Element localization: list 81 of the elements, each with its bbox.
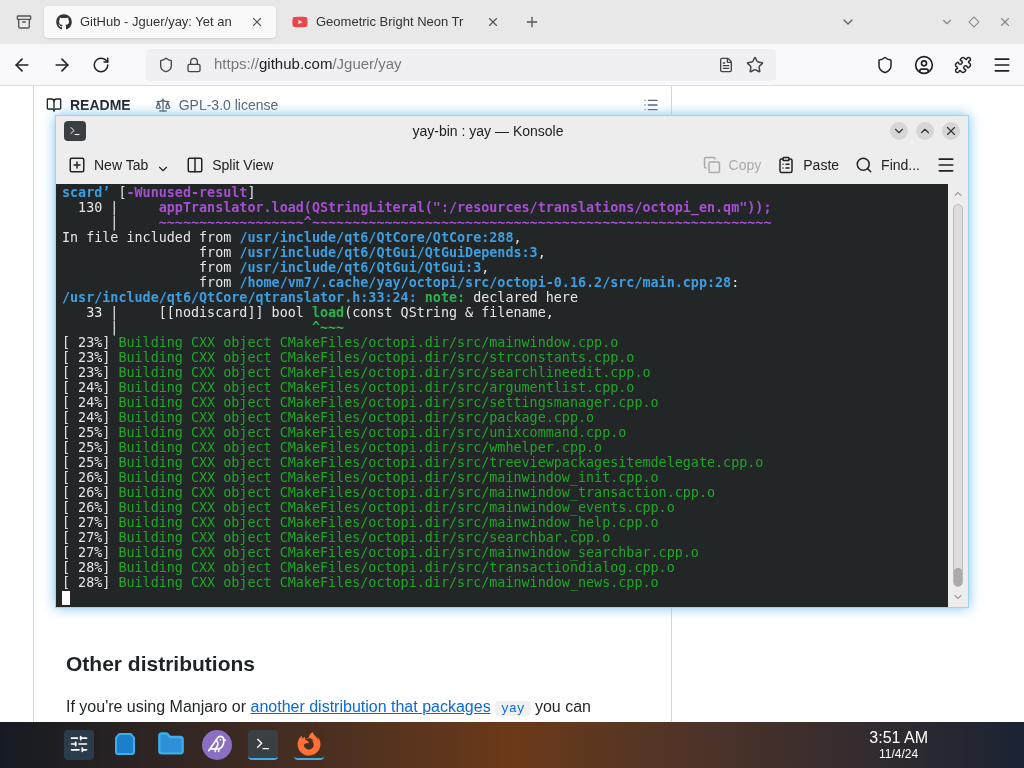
reader-view-icon[interactable] <box>718 56 734 73</box>
terminal-line: [ 28%] Building CXX object CMakeFiles/octopi.dir/src/transactiondialog.cpp.o <box>62 560 675 575</box>
settings-icon[interactable] <box>64 730 94 760</box>
terminal-line: 33 | [[nodiscard]] bool load(const QString & filename, <box>85 305 554 320</box>
terminal-line: 130 | appTranslator.load(QStringLiteral(":/resources/translations/octopi_en.qm")); <box>77 200 772 215</box>
terminal-line: [ 25%] Building CXX object CMakeFiles/octopi.dir/src/unixcommand.cpp.o <box>62 425 627 440</box>
terminal-line: from /home/vm7/.cache/yay/octopi/src/octopi-0.16.2/src/main.cpp:28: <box>198 275 740 290</box>
scrollbar[interactable] <box>948 184 968 607</box>
terminal-line: [ 27%] Building CXX object CMakeFiles/octopi.dir/src/mainwindow_help.cpp.o <box>62 515 659 530</box>
terminal-line: [ 27%] Building CXX object CMakeFiles/octopi.dir/src/mainwindow_searchbar.cpp.o <box>62 545 699 560</box>
terminal-line: [ 24%] Building CXX object CMakeFiles/octopi.dir/src/argumentlist.cpp.o <box>62 380 635 395</box>
address-bar[interactable]: https://github.com/Jguer/yay <box>146 48 776 81</box>
clock-time: 3:51 AM <box>869 729 928 747</box>
bookmark-icon[interactable] <box>746 55 764 74</box>
terminal-app-icon[interactable] <box>64 121 86 141</box>
bird-icon[interactable] <box>202 730 232 760</box>
terminal-line: [ 26%] Building CXX object CMakeFiles/octopi.dir/src/mainwindow_transaction.cpp.o <box>62 485 715 500</box>
tab-title: Geometric Bright Neon Tr <box>316 13 465 32</box>
new-tab-icon <box>68 156 86 174</box>
copy-icon <box>702 156 721 174</box>
browser-tab[interactable]: GitHub - Jguer/yay: Yet an <box>44 6 276 38</box>
toolbar-button[interactable]: Split View <box>186 154 274 176</box>
terminal-line: /usr/include/qt6/QtCore/qtranslator.h:33:24: note: declared here <box>62 290 578 305</box>
terminal-line: [ 25%] Building CXX object CMakeFiles/octopi.dir/src/wmhelper.cpp.o <box>62 440 603 455</box>
browser-tab[interactable]: Geometric Bright Neon Tr <box>280 6 512 38</box>
clock[interactable]: 3:51 AM 11/4/24 <box>869 729 928 761</box>
terminal-line: [ 24%] Building CXX object CMakeFiles/octopi.dir/src/settingsmanager.cpp.o <box>62 395 659 410</box>
section-heading: Other distributions <box>65 650 256 677</box>
video-icon <box>292 14 308 30</box>
search-icon <box>855 156 874 174</box>
lock-icon[interactable] <box>186 56 202 73</box>
account-icon[interactable] <box>914 54 934 75</box>
paste-icon <box>777 156 796 174</box>
inline-code: yay <box>495 701 531 716</box>
terminal-line: In file included from /usr/include/qt6/QtCore/QtCore:288, <box>62 230 522 245</box>
close-icon[interactable] <box>486 15 500 29</box>
terminal-line: [ 24%] Building CXX object CMakeFiles/octopi.dir/src/package.cpp.o <box>62 410 595 425</box>
toolbar-button[interactable]: Paste <box>777 154 840 176</box>
toolbar-button[interactable]: Find... <box>855 154 920 176</box>
terminal-line: from /usr/include/qt6/QtGui/QtGuiDepends:3, <box>198 245 546 260</box>
readme-tab[interactable]: GPL-3.0 license <box>154 94 279 116</box>
close-icon[interactable] <box>942 122 960 140</box>
readme-tab[interactable]: README <box>46 94 131 116</box>
scrollbar-thumb[interactable] <box>954 568 962 586</box>
toolbar-button[interactable]: New Tab <box>68 154 171 176</box>
firefox-icon[interactable] <box>294 730 324 760</box>
extensions-icon[interactable] <box>954 55 972 74</box>
terminal-line: | ^~~~ <box>109 320 345 335</box>
terminal-line: [ 26%] Building CXX object CMakeFiles/octopi.dir/src/mainwindow_init.cpp.o <box>62 470 659 485</box>
terminal-icon[interactable] <box>248 730 278 760</box>
terminal-line: scard’ [-Wunused-result] <box>62 185 256 200</box>
menu-icon[interactable] <box>936 155 956 175</box>
tab-title: GitHub - Jguer/yay: Yet an <box>80 13 233 32</box>
scale-icon <box>154 97 171 113</box>
terminal-line: from /usr/include/qt6/QtGui/QtGui:3, <box>198 260 490 275</box>
url-text: https://github.com/Jguer/yay <box>214 54 402 75</box>
terminal-line: [ 25%] Building CXX object CMakeFiles/octopi.dir/src/treeviewpackagesitemdelegate.cpp.o <box>62 455 764 470</box>
new-tab-icon[interactable] <box>524 14 540 30</box>
link[interactable]: another distribution that packages <box>250 698 491 715</box>
terminal-line: [ 27%] Building CXX object CMakeFiles/octopi.dir/src/searchbar.cpp.o <box>62 530 611 545</box>
minimize-icon[interactable] <box>890 122 908 140</box>
terminal-line: | ~~~~~~~~~~~~~~~~~~^~~~~~~~~~~~~~~~~~~~~~~~~~~~~~~~~~~~~~~~~~~~~~~~~~~~~~~~~~ <box>110 215 772 230</box>
tab-list-icon[interactable] <box>16 14 32 30</box>
terminal-line: [ 23%] Building CXX object CMakeFiles/octopi.dir/src/searchlineedit.cpp.o <box>62 365 651 380</box>
paragraph: If you're using Manjaro or another distribution that packages yay you can <box>65 697 592 718</box>
close-icon[interactable] <box>250 15 264 29</box>
book-icon <box>46 97 62 113</box>
shield-icon[interactable] <box>876 55 894 74</box>
outline-icon[interactable] <box>643 97 659 113</box>
window-title: yay-bin : yay — Konsole <box>411 121 565 141</box>
github-icon <box>56 14 72 30</box>
shield-icon[interactable] <box>158 56 174 73</box>
terminal-line: [ 28%] Building CXX object CMakeFiles/octopi.dir/src/mainwindow_news.cpp.o <box>62 575 659 590</box>
reload-icon[interactable] <box>92 55 110 74</box>
terminal-line: [ 23%] Building CXX object CMakeFiles/octopi.dir/src/strconstants.cpp.o <box>62 350 635 365</box>
split-view-icon <box>186 156 205 174</box>
maximize-icon[interactable] <box>916 122 934 140</box>
terminal-line: [ 26%] Building CXX object CMakeFiles/octopi.dir/src/mainwindow_events.cpp.o <box>62 500 675 515</box>
clock-date: 11/4/24 <box>879 747 919 761</box>
text-cursor <box>62 591 70 605</box>
terminal-line: [ 23%] Building CXX object CMakeFiles/octopi.dir/src/mainwindow.cpp.o <box>62 335 619 350</box>
